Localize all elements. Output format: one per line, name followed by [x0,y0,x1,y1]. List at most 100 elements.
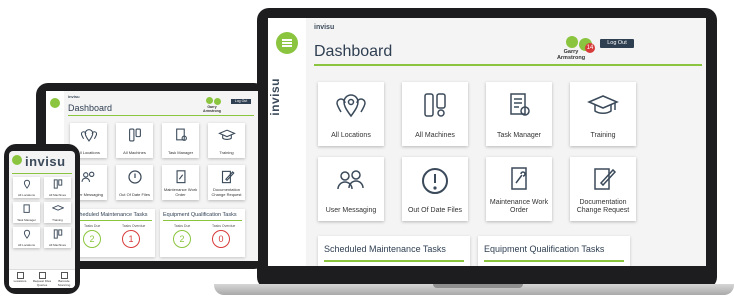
laptop-screen: invisu invisu Dashboard 14 Garry Armstro… [268,18,706,266]
barcode-icon [60,272,68,279]
task-manager-icon [510,93,530,116]
tile-task-manager[interactable]: Task Manager [486,82,552,146]
panel-divider [324,260,464,262]
panel-divider [73,220,152,221]
tile-all-machines[interactable]: All Machines [116,123,153,158]
tile-label: All Locations [17,192,35,197]
tile-task-manager[interactable]: Task Manager [162,123,199,158]
tile-label: Task Manager [167,149,194,155]
nav-request-files-queries[interactable]: Request Files Queries [31,272,53,287]
tile-label: User Messaging [325,207,377,214]
task-manager-icon [23,204,30,213]
tile-all-locations-2[interactable]: All Locations [13,227,40,248]
users-icon [337,170,364,190]
menu-button[interactable] [12,155,22,165]
tasks-overdue-label: Tasks Overdue [212,224,236,228]
nav-locations[interactable]: Locations [9,272,31,284]
tile-all-locations[interactable]: All Locations [318,82,384,146]
alert-circle-icon [422,168,448,194]
tile-label: Out Of Date Files [407,207,463,214]
app-logo: invisu [25,154,66,169]
tile-label: Documentation Change Request [576,199,630,214]
location-pins-icon [80,129,97,142]
tile-all-machines-2[interactable]: All Machines [44,227,71,248]
panel-divider [484,260,624,262]
tile-label: Training [219,149,234,155]
avatar[interactable] [566,36,578,48]
tile-user-messaging[interactable]: User Messaging [318,157,384,221]
tile-task-manager[interactable]: Task Manager [13,202,40,223]
tile-maintenance-work-order[interactable]: Maintenance Work Order [486,157,552,221]
tile-out-of-date-files[interactable]: Out Of Date Files [402,157,468,221]
panel-title: Equipment Qualification Tasks [163,212,237,218]
header-divider [68,115,254,116]
machines-icon [128,128,141,142]
tile-label: Task Manager [497,132,541,139]
tile-label: Maintenance Work Order [489,199,549,214]
logout-button[interactable]: Log Out [600,39,634,48]
panel-equipment-qualification[interactable]: Equipment Qualification Tasks [478,236,630,266]
machines-icon [424,93,446,117]
tasks-due-label: Tasks Due [84,224,101,228]
document-edit-icon [221,170,235,184]
header-divider [314,64,702,66]
machines-icon [53,229,62,239]
tile-label: All Machines [48,242,66,247]
panel-scheduled-maintenance[interactable]: Scheduled Maintenance Tasks [318,236,470,266]
location-pins-icon [23,229,30,239]
wrench-document-icon [511,167,527,190]
document-edit-icon [594,168,617,190]
tile-out-of-date-files[interactable]: Out Of Date Files [116,165,153,200]
tile-training[interactable]: Training [570,82,636,146]
tile-training[interactable]: Training [208,123,245,158]
graduation-cap-icon [51,205,64,211]
vertical-logo: invisu [268,78,282,116]
tasks-due-count: 2 [173,230,191,248]
bottom-nav: Locations Request Files Queries Barcode … [9,269,75,288]
panel-equipment-qualification[interactable]: Equipment Qualification Tasks Tasks Due … [160,209,245,257]
tasks-overdue-count: 0 [212,230,230,248]
locations-icon [16,272,24,279]
tasks-due-label: Tasks Due [174,224,191,228]
menu-button[interactable] [50,98,60,108]
tile-label: Documentation Change Request [211,187,242,197]
location-pins-icon [23,179,30,189]
task-manager-icon [175,128,187,141]
menu-button[interactable] [276,32,298,54]
tasks-due-count: 2 [83,230,101,248]
logout-button[interactable]: Log Out [231,99,251,104]
location-pins-icon [336,94,366,118]
header-logo: invisu [68,94,80,99]
tile-label: Training [590,132,616,139]
user-name: Garry Armstrong [556,49,586,61]
main-content: invisu Dashboard 14 Garry Armstrong Log … [306,18,706,266]
tile-documentation-change-request[interactable]: Documentation Change Request [570,157,636,221]
tile-label: Training [52,217,63,222]
graduation-cap-icon [587,95,619,114]
tile-label: Out Of Date Files [119,191,150,197]
tile-all-locations[interactable]: All Locations [13,177,40,198]
tile-label: All Machines [48,192,66,197]
tile-all-machines[interactable]: All Machines [402,82,468,146]
tile-label: All Locations [331,132,371,139]
phone-screen: invisu All Locations All Machines Task M… [9,151,75,288]
nav-label: Locations [13,279,27,283]
tile-label: All Machines [123,149,146,155]
tile-maintenance-work-order[interactable]: Maintenance Work Order [162,165,199,200]
panel-scheduled-maintenance[interactable]: Scheduled Maintenance Tasks Tasks Due Ta… [70,209,155,257]
nav-label: Request Files Queries [32,279,52,287]
user-name: Garry Armstrong [203,105,221,113]
nav-barcode-scanning[interactable]: Barcode Scanning [53,272,75,287]
avatar[interactable] [206,97,213,104]
tasks-overdue-label: Tasks Overdue [122,224,146,228]
tile-label: All Machines [415,132,455,139]
tile-training[interactable]: Training [44,202,71,223]
hamburger-icon [282,39,292,47]
tile-label: All Locations [17,242,35,247]
document-icon [38,272,46,279]
tasks-overdue-count: 1 [122,230,140,248]
tile-all-machines[interactable]: All Machines [44,177,71,198]
notifications-icon[interactable] [214,98,221,105]
tile-documentation-change-request[interactable]: Documentation Change Request [208,165,245,200]
machines-icon [53,179,62,189]
